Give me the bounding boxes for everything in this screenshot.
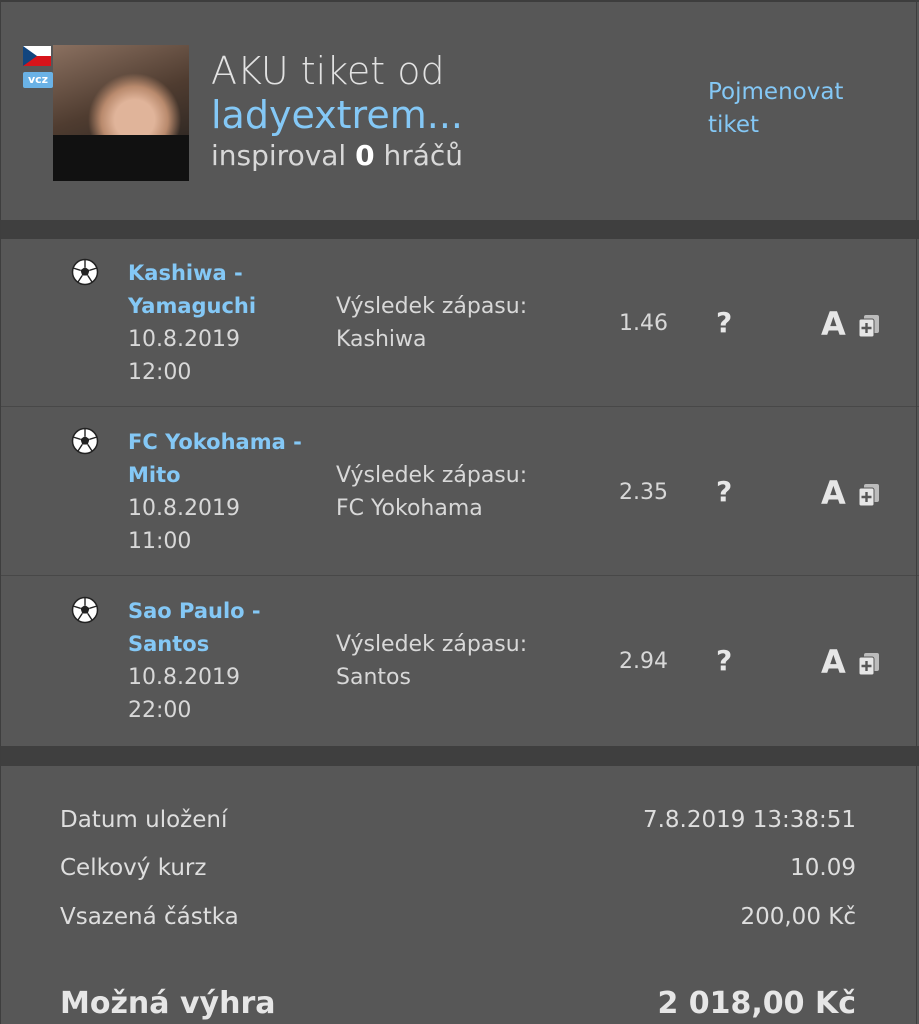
- stake-label: Vsazená částka: [60, 904, 239, 930]
- bet-row: Kashiwa - Yamaguchi 10.8.2019 12:00 Výsl…: [0, 239, 919, 407]
- vcz-badge: vcz: [23, 72, 53, 88]
- username-link[interactable]: ladyextrem...: [211, 92, 463, 138]
- saved-date-label: Datum uložení: [60, 807, 228, 833]
- ticket-summary: Datum uložení 7.8.2019 13:38:51 Celkový …: [0, 766, 919, 1024]
- add-to-ticket-icon[interactable]: [858, 652, 880, 676]
- match-link[interactable]: Kashiwa - Yamaguchi: [128, 257, 308, 323]
- separator: [0, 220, 919, 239]
- analysis-a-icon[interactable]: A: [821, 643, 846, 681]
- analysis-a-icon[interactable]: A: [821, 305, 846, 343]
- total-odds-label: Celkový kurz: [60, 855, 207, 881]
- market-label: Výsledek zápasu:: [336, 463, 528, 488]
- match-date: 10.8.2019: [128, 327, 240, 352]
- status-unknown-icon[interactable]: ?: [716, 305, 732, 341]
- bet-row: Sao Paulo - Santos 10.8.2019 22:00 Výsle…: [0, 577, 919, 745]
- analysis-a-icon[interactable]: A: [821, 474, 846, 512]
- inspired-count: inspiroval 0 hráčů: [211, 139, 464, 172]
- status-unknown-icon[interactable]: ?: [716, 643, 732, 679]
- total-odds-value: 10.09: [790, 855, 856, 881]
- soccer-ball-icon: [71, 258, 99, 286]
- stake-value: 200,00 Kč: [740, 904, 856, 930]
- separator: [0, 746, 919, 766]
- czech-flag-icon: [23, 46, 51, 66]
- match-link[interactable]: FC Yokohama - Mito: [128, 426, 308, 492]
- match-link[interactable]: Sao Paulo - Santos: [128, 595, 308, 661]
- bet-pick: Kashiwa: [336, 327, 427, 352]
- match-time: 22:00: [128, 698, 192, 723]
- match-time: 12:00: [128, 360, 192, 385]
- match-date: 10.8.2019: [128, 665, 240, 690]
- market-label: Výsledek zápasu:: [336, 632, 528, 657]
- soccer-ball-icon: [71, 427, 99, 455]
- user-avatar[interactable]: [53, 45, 189, 181]
- match-time: 11:00: [128, 529, 192, 554]
- add-to-ticket-icon[interactable]: [858, 314, 880, 338]
- saved-date-value: 7.8.2019 13:38:51: [642, 807, 856, 833]
- bet-pick: FC Yokohama: [336, 496, 483, 521]
- ticket-header: vcz AKU tiket od ladyextrem... inspirova…: [0, 0, 919, 220]
- possible-win-value: 2 018,00 Kč: [657, 986, 856, 1021]
- bet-pick: Santos: [336, 665, 411, 690]
- bet-odds: 2.94: [619, 649, 668, 674]
- add-to-ticket-icon[interactable]: [858, 483, 880, 507]
- ticket-title: AKU tiket od: [211, 49, 445, 93]
- match-date: 10.8.2019: [128, 496, 240, 521]
- soccer-ball-icon: [71, 596, 99, 624]
- status-unknown-icon[interactable]: ?: [716, 474, 732, 510]
- possible-win-label: Možná výhra: [60, 986, 276, 1021]
- market-label: Výsledek zápasu:: [336, 294, 528, 319]
- bet-row: FC Yokohama - Mito 10.8.2019 11:00 Výsle…: [0, 408, 919, 576]
- bet-odds: 1.46: [619, 311, 668, 336]
- rename-ticket-link[interactable]: Pojmenovat tiket: [708, 76, 878, 142]
- bet-odds: 2.35: [619, 480, 668, 505]
